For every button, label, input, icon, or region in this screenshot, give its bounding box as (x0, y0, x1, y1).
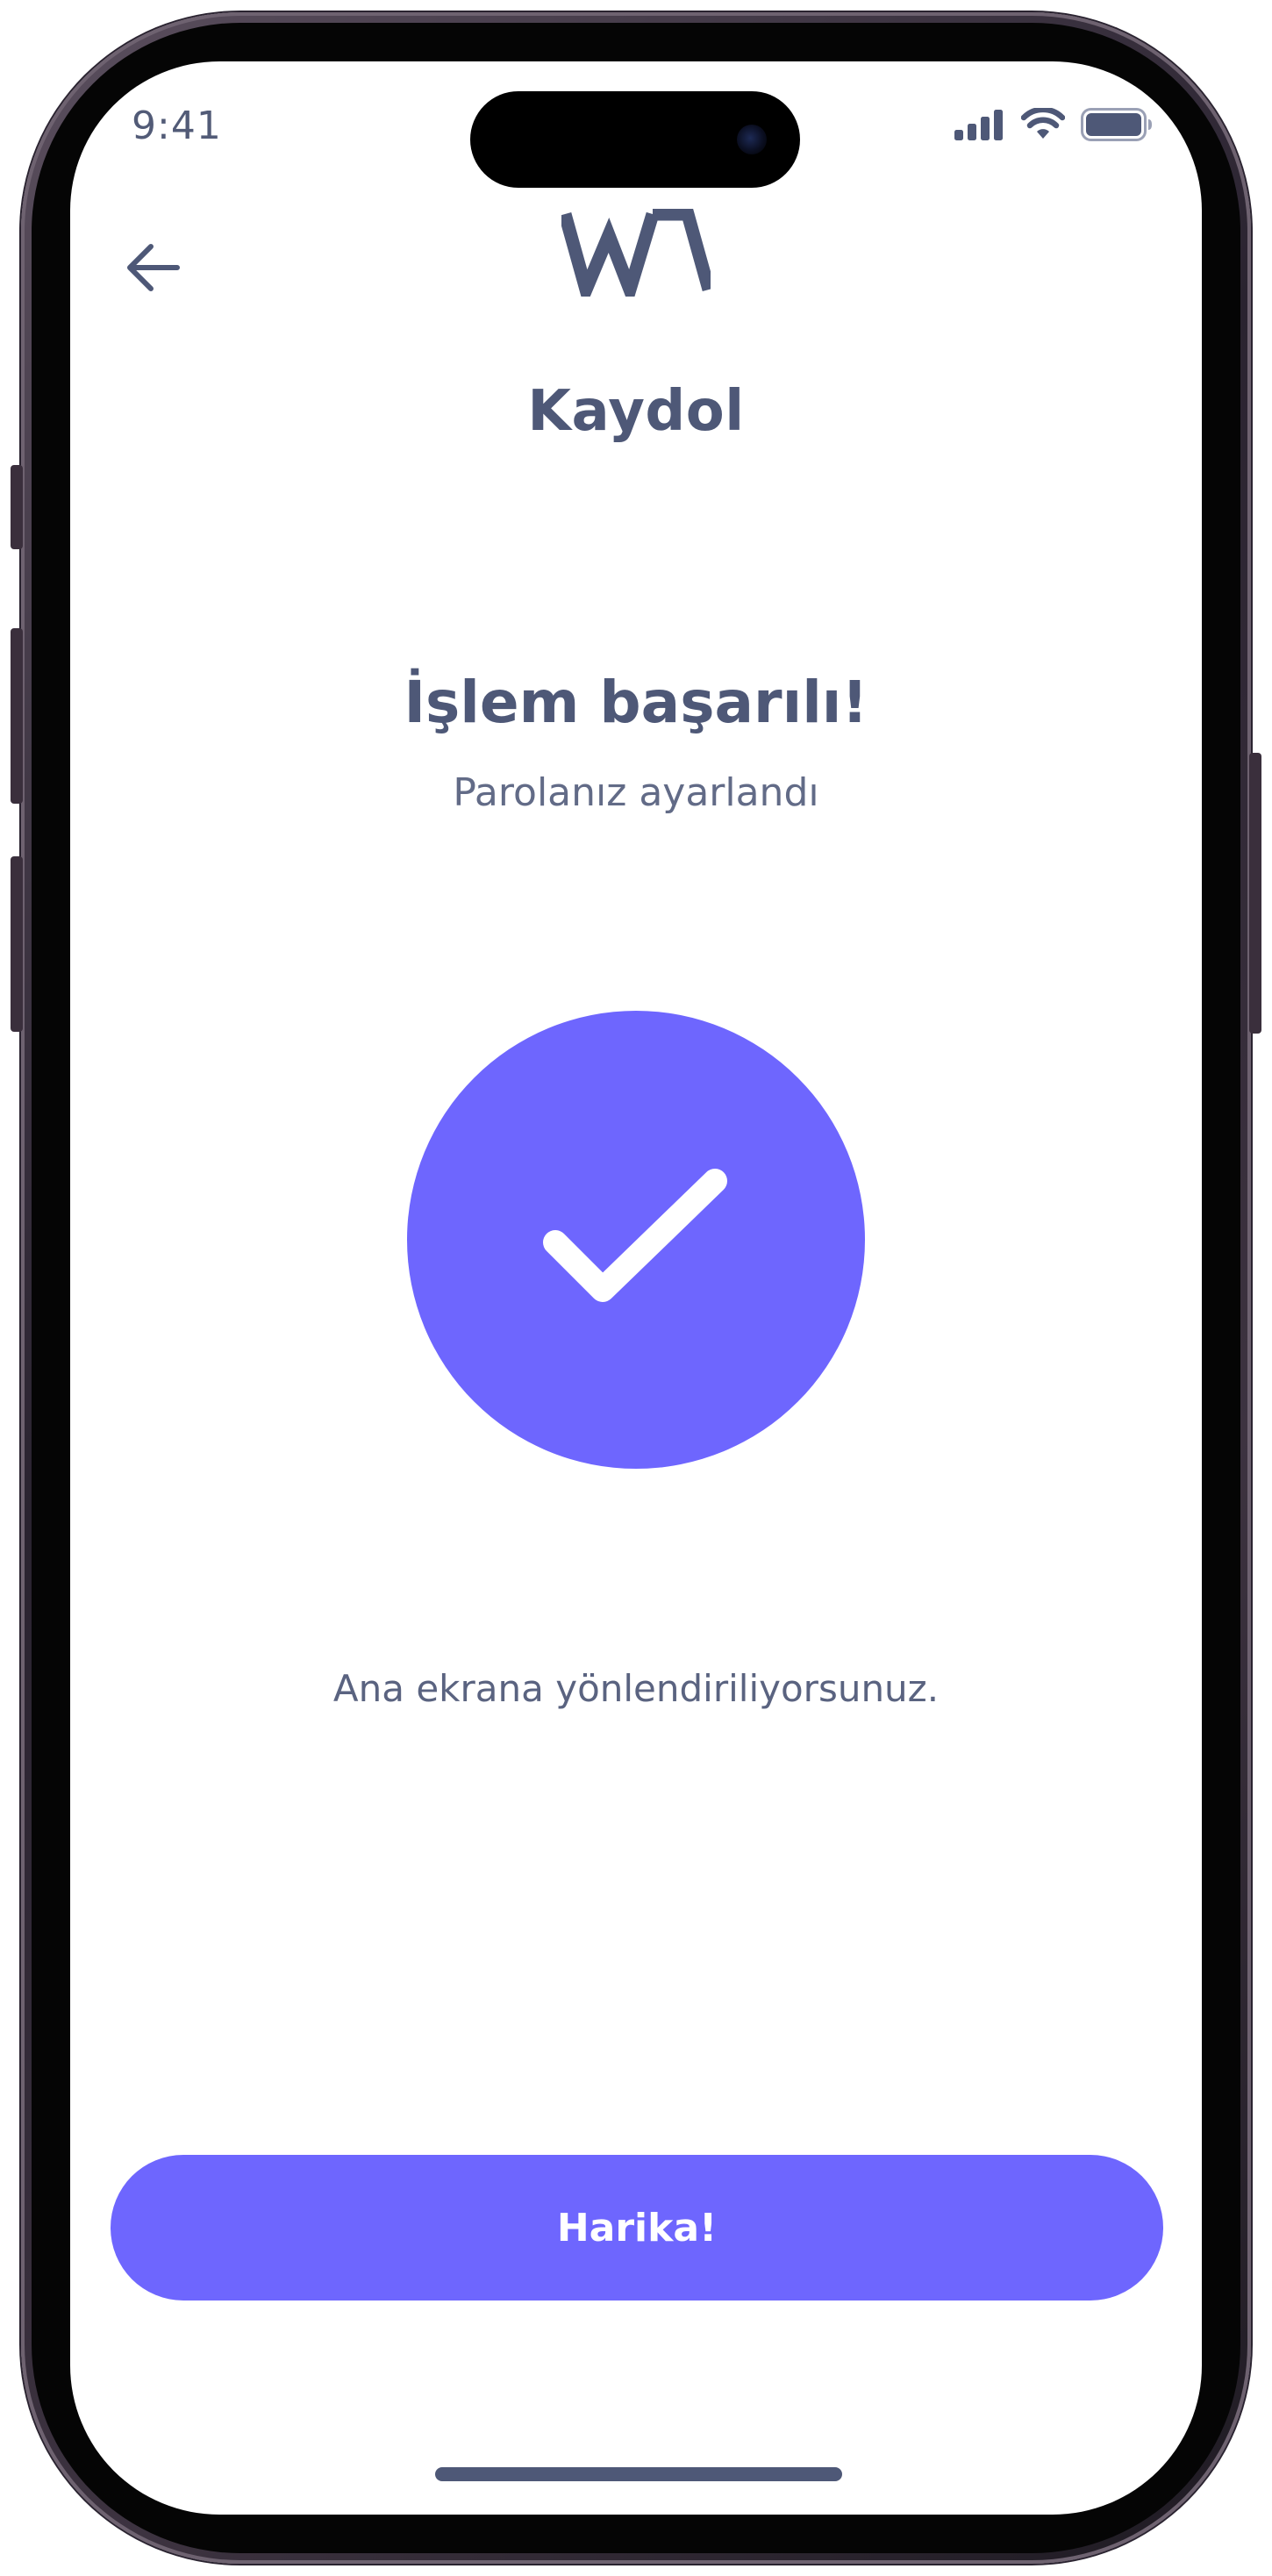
success-heading: İşlem başarılı! (404, 669, 868, 736)
volume-up-button (11, 628, 23, 804)
action-button (11, 465, 23, 549)
redirect-message: Ana ekrana yönlendiriliyorsunuz. (332, 1667, 940, 1710)
battery-icon (1081, 108, 1153, 145)
dynamic-island (470, 91, 800, 188)
status-time: 9:41 (132, 104, 222, 148)
success-check-badge (407, 1011, 865, 1469)
back-button[interactable] (123, 237, 184, 298)
front-camera-icon (737, 125, 767, 154)
checkmark-icon (543, 1169, 727, 1302)
home-indicator[interactable] (435, 2467, 842, 2481)
app-screen: 9:41 Kaydol İşlem başarılı! Parolanız ay… (70, 61, 1202, 2515)
success-subtitle: Parolanız ayarlandı (453, 770, 819, 815)
power-button (1249, 753, 1261, 1034)
wifi-icon (1020, 106, 1066, 145)
page-title: Kaydol (527, 379, 745, 444)
harika-button[interactable]: Harika! (111, 2155, 1163, 2301)
brand-logo (558, 207, 716, 311)
arrow-left-icon (127, 244, 180, 291)
status-icons (954, 106, 1153, 146)
cellular-signal-icon (954, 109, 1005, 144)
volume-down-button (11, 856, 23, 1032)
